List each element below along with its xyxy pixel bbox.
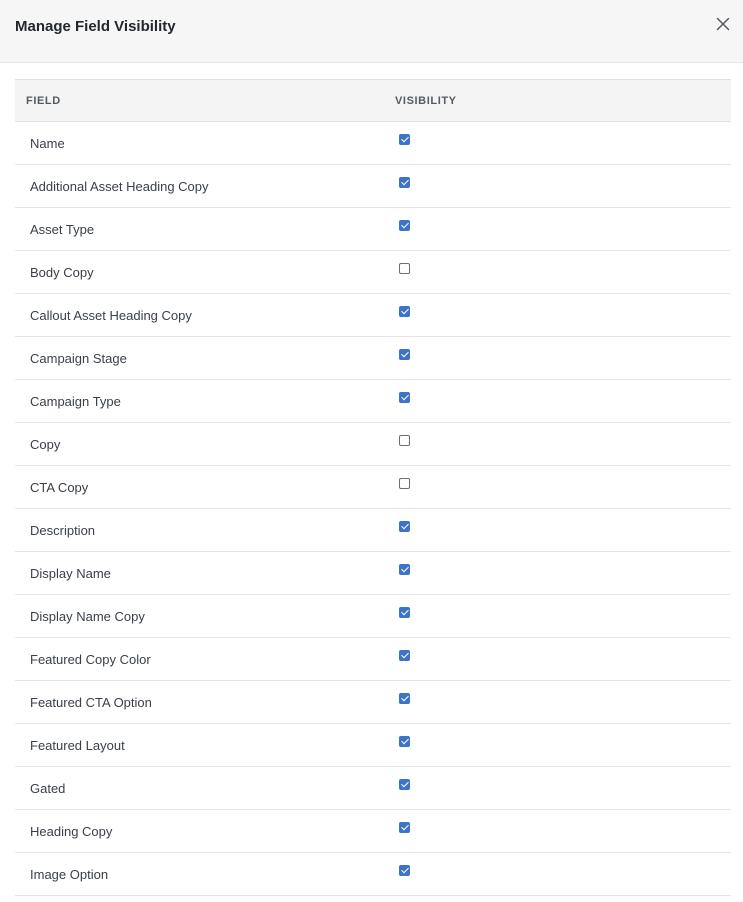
- table-row: Display Name: [15, 551, 731, 595]
- table-row: Gated: [15, 766, 731, 810]
- visibility-cell: [384, 121, 731, 165]
- visibility-cell: [384, 637, 731, 681]
- table-row: CTA Copy: [15, 465, 731, 509]
- table-row: Featured Layout: [15, 723, 731, 767]
- visibility-checkbox[interactable]: [399, 778, 410, 790]
- visibility-cell: [384, 766, 731, 810]
- visibility-checkbox[interactable]: [399, 219, 410, 231]
- visibility-cell: [384, 250, 731, 294]
- field-name: Callout Asset Heading Copy: [15, 293, 384, 337]
- table-row: Campaign Type: [15, 379, 731, 423]
- field-name: Campaign Type: [15, 379, 384, 423]
- field-name: Campaign Stage: [15, 336, 384, 380]
- table-row: Description: [15, 508, 731, 552]
- visibility-cell: [384, 809, 731, 853]
- visibility-checkbox[interactable]: [399, 606, 410, 618]
- visibility-cell: [384, 852, 731, 896]
- visibility-checkbox[interactable]: [399, 262, 410, 274]
- visibility-cell: [384, 379, 731, 423]
- visibility-checkbox[interactable]: [399, 563, 410, 575]
- visibility-cell: [384, 293, 731, 337]
- visibility-cell: [384, 164, 731, 208]
- field-name: Body Copy: [15, 250, 384, 294]
- field-name: Description: [15, 508, 384, 552]
- visibility-checkbox[interactable]: [399, 821, 410, 833]
- visibility-checkbox[interactable]: [399, 133, 410, 145]
- field-name: Display Name Copy: [15, 594, 384, 638]
- modal-title: Manage Field Visibility: [15, 18, 176, 35]
- column-header-field: FIELD: [15, 79, 384, 122]
- column-header-visibility: VISIBILITY: [384, 79, 731, 122]
- visibility-cell: [384, 422, 731, 466]
- field-name: Asset Type: [15, 207, 384, 251]
- visibility-cell: [384, 551, 731, 595]
- field-name: Heading Copy: [15, 809, 384, 853]
- field-name: Featured CTA Option: [15, 680, 384, 724]
- table-row: Additional Asset Heading Copy: [15, 164, 731, 208]
- modal-header: Manage Field Visibility: [0, 0, 743, 63]
- manage-field-visibility-modal: Manage Field Visibility FIELD VISIBILITY…: [0, 0, 743, 902]
- visibility-checkbox[interactable]: [399, 305, 410, 317]
- table-row: Image Option: [15, 852, 731, 896]
- table-row: Heading Copy: [15, 809, 731, 853]
- visibility-checkbox[interactable]: [399, 692, 410, 704]
- table-header-row: FIELD VISIBILITY: [15, 79, 731, 122]
- table-row: Callout Asset Heading Copy: [15, 293, 731, 337]
- close-icon: [716, 17, 730, 31]
- table-row: Featured Copy Color: [15, 637, 731, 681]
- visibility-cell: [384, 680, 731, 724]
- visibility-cell: [384, 207, 731, 251]
- visibility-checkbox[interactable]: [399, 520, 410, 532]
- table-row: Display Name Copy: [15, 594, 731, 638]
- field-name: Display Name: [15, 551, 384, 595]
- table-row: Campaign Stage: [15, 336, 731, 380]
- visibility-cell: [384, 336, 731, 380]
- field-name: Featured Copy Color: [15, 637, 384, 681]
- field-name: Additional Asset Heading Copy: [15, 164, 384, 208]
- visibility-checkbox[interactable]: [399, 348, 410, 360]
- visibility-checkbox[interactable]: [399, 391, 410, 403]
- visibility-checkbox[interactable]: [399, 434, 410, 446]
- field-name: Gated: [15, 766, 384, 810]
- table-row: Asset Type: [15, 207, 731, 251]
- field-visibility-table-container: FIELD VISIBILITY Name Additional Asset He…: [15, 79, 731, 896]
- field-name: Featured Layout: [15, 723, 384, 767]
- table-row: Body Copy: [15, 250, 731, 294]
- field-name: Copy: [15, 422, 384, 466]
- visibility-cell: [384, 508, 731, 552]
- visibility-checkbox[interactable]: [399, 176, 410, 188]
- visibility-cell: [384, 465, 731, 509]
- table-row: Featured CTA Option: [15, 680, 731, 724]
- visibility-cell: [384, 723, 731, 767]
- visibility-checkbox[interactable]: [399, 864, 410, 876]
- visibility-cell: [384, 594, 731, 638]
- close-button[interactable]: [713, 14, 733, 34]
- table-row: Name: [15, 121, 731, 165]
- field-name: Name: [15, 121, 384, 165]
- visibility-checkbox[interactable]: [399, 477, 410, 489]
- field-name: Image Option: [15, 852, 384, 896]
- visibility-checkbox[interactable]: [399, 649, 410, 661]
- table-row: Copy: [15, 422, 731, 466]
- field-name: CTA Copy: [15, 465, 384, 509]
- table-body: Name Additional Asset Heading Copy Asset T…: [15, 121, 731, 896]
- visibility-checkbox[interactable]: [399, 735, 410, 747]
- field-visibility-table: FIELD VISIBILITY Name Additional Asset He…: [15, 79, 731, 896]
